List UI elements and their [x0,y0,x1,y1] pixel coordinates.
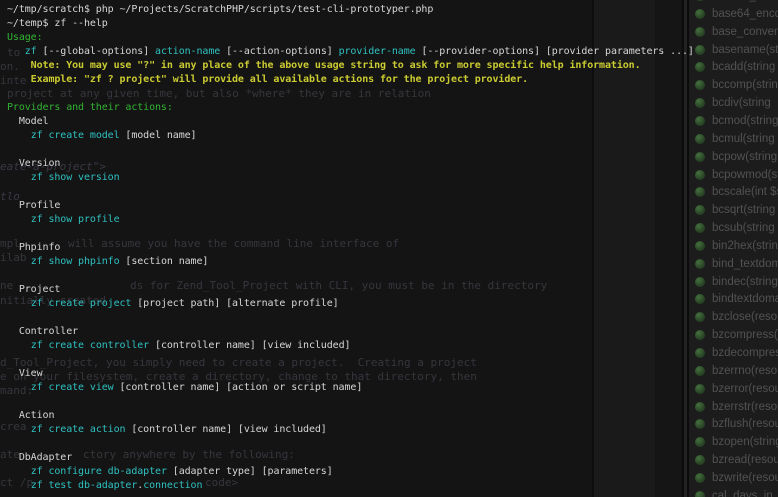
terminal-line: DbAdapter [7,451,778,465]
terminal-line: Phpinfo [7,241,778,255]
terminal-line [7,353,778,367]
terminal-text-segment [7,172,31,183]
terminal-text-segment: [--action-options] [220,46,338,57]
terminal-text-segment [7,340,31,351]
terminal-line [7,311,778,325]
terminal-text-segment: zf show phpinfo [31,256,120,267]
terminal-text-segment: [project path] [alternate profile] [131,298,338,309]
terminal-text-segment: [adapter type] [parameters] [167,466,333,477]
terminal-text-segment: [--global-options] [37,46,155,57]
terminal-text-segment: provider-name [339,46,416,57]
terminal-line [7,227,778,241]
terminal-text-segment: Project [7,284,60,295]
terminal-text-segment: Phpinfo [7,242,60,253]
terminal-line: zf configure db-adapter [adapter type] [… [7,465,778,479]
function-icon [695,0,705,1]
terminal-text-segment: View [7,368,43,379]
terminal-text-segment: Example: "zf ? project" will provide all… [7,74,528,85]
terminal-text-segment: Providers and their actions: [7,102,173,113]
terminal-line: Note: You may use "?" in any place of th… [7,59,778,73]
terminal-text-segment: connection [143,480,202,491]
terminal-text-segment: DbAdapter [7,452,72,463]
terminal-text-segment: [section name] [120,256,209,267]
terminal-text-segment [7,130,31,141]
terminal-line: zf show phpinfo [section name] [7,255,778,269]
terminal-text-segment: [--provider-options] [provider parameter… [416,46,694,57]
terminal-text-segment [7,466,31,477]
terminal-text-segment [7,382,31,393]
terminal-text-segment: Version [7,158,60,169]
terminal-text-segment: Model [7,116,48,127]
terminal-text-segment [7,46,25,57]
terminal-line: Usage: [7,31,778,45]
terminal-line: Example: "zf ? project" will provide all… [7,73,778,87]
terminal-line: zf test db-adapter.connection [7,479,778,493]
terminal-line: Action [7,409,778,423]
terminal-line: Providers and their actions: [7,101,778,115]
terminal-line: Controller [7,325,778,339]
function-label: base64_decod [712,0,778,2]
terminal-line [7,395,778,409]
terminal-text-segment: Note: You may use "?" in any place of th… [7,60,641,71]
terminal-text-segment: [controller name] [view included] [125,424,326,435]
terminal-line: zf show version [7,171,778,185]
terminal-line: zf create model [model name] [7,129,778,143]
terminal-line [7,87,778,101]
terminal-line: zf create controller [controller name] [… [7,339,778,353]
terminal-text-segment: zf create controller [31,340,149,351]
terminal-line [7,143,778,157]
terminal-line: ~/temp$ zf --help [7,17,778,31]
terminal-text-segment [7,298,31,309]
terminal-text-segment: ~/temp$ zf --help [7,18,108,29]
terminal-line: zf create action [controller name] [view… [7,423,778,437]
terminal-text-segment: Controller [7,326,78,337]
terminal-text-segment: zf test db-adapter [31,480,138,491]
terminal-line [7,269,778,283]
terminal-line: zf create project [project path] [altern… [7,297,778,311]
terminal-text-segment [7,424,31,435]
terminal-line: Version [7,157,778,171]
terminal-text-segment: [controller name] [action or script name… [114,382,363,393]
terminal-line: Model [7,115,778,129]
terminal-text-segment: zf create model [31,130,120,141]
terminal-line: zf create view [controller name] [action… [7,381,778,395]
screen: { "palette": { "background": "#141414", … [0,0,778,497]
terminal-text-segment: zf create view [31,382,114,393]
terminal-line: zf show profile [7,213,778,227]
terminal-text-segment: zf show profile [31,214,120,225]
terminal-line [7,437,778,451]
terminal-text-segment: zf configure db-adapter [31,466,167,477]
terminal-text-segment [7,480,31,491]
terminal-line [7,185,778,199]
terminal-text-segment: Usage: [7,32,43,43]
terminal-output[interactable]: ~/tmp/scratch$ php ~/Projects/ScratchPHP… [0,3,778,493]
terminal-line: Project [7,283,778,297]
terminal-line: zf [--global-options] action-name [--act… [7,45,778,59]
terminal-line: Profile [7,199,778,213]
terminal-text-segment: ~/tmp/scratch$ php ~/Projects/ScratchPHP… [7,4,433,15]
terminal-text-segment: [model name] [120,130,197,141]
terminal-line: View [7,367,778,381]
terminal-text-segment [7,214,31,225]
terminal-text-segment: action-name [155,46,220,57]
terminal-text-segment: zf create action [31,424,126,435]
terminal-text-segment [7,256,31,267]
terminal-text-segment: zf show version [31,172,120,183]
terminal-text-segment: Profile [7,200,60,211]
terminal-text-segment: Action [7,410,54,421]
terminal-line: ~/tmp/scratch$ php ~/Projects/ScratchPHP… [7,3,778,17]
terminal-text-segment: [controller name] [view included] [149,340,350,351]
terminal-text-segment: zf create project [31,298,132,309]
terminal-text-segment: zf [25,46,37,57]
